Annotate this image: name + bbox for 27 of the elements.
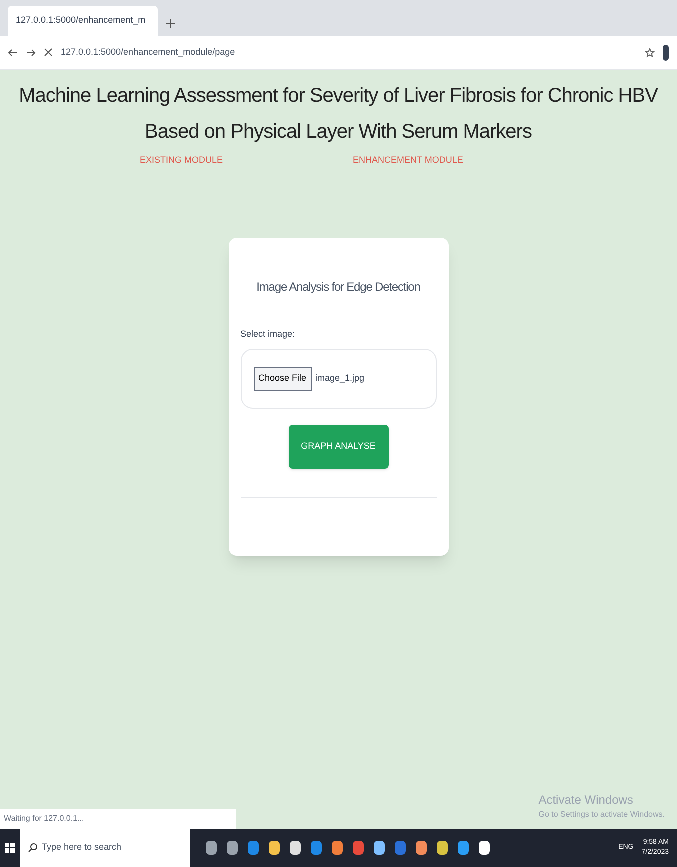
file-name: image_1.jpg	[316, 372, 365, 386]
page-title: Machine Learning Assessment for Severity of Liver Fibrosis for Chronic HBV Based on Physical Layer With Serum Markers	[18, 84, 660, 145]
search-icon	[28, 843, 38, 853]
taskbar-search-field[interactable]: Type here to search	[20, 829, 190, 867]
taskbar-app-icon[interactable]	[416, 841, 427, 855]
activation-title: Activate Windows	[538, 792, 634, 809]
file-input[interactable]: Choose File image_1.jpg	[240, 349, 436, 409]
taskbar-app-icon[interactable]	[290, 841, 301, 855]
card-heading: Image Analysis for Edge Detection	[256, 278, 422, 296]
status-text: Waiting for 127.0.0.1...	[0, 809, 236, 829]
choose-file-button[interactable]: Choose File	[254, 367, 312, 391]
taskbar-app-icon[interactable]	[479, 841, 490, 855]
browser-tab[interactable]: 127.0.0.1:5000/enhancement_m	[8, 6, 158, 36]
taskbar-app-icon[interactable]	[374, 841, 385, 855]
new-tab-icon[interactable]	[166, 19, 175, 28]
star-icon[interactable]	[645, 48, 655, 58]
taskbar-app-icon[interactable]	[269, 841, 280, 855]
taskbar-app-icon[interactable]	[206, 841, 217, 855]
taskbar-app-icon[interactable]	[332, 841, 343, 855]
extension-icon[interactable]	[663, 44, 669, 60]
activation-subtitle: Go to Settings to activate Windows.	[538, 809, 665, 821]
back-icon[interactable]	[8, 48, 18, 58]
taskbar-app-icon[interactable]	[437, 841, 448, 855]
close-icon[interactable]	[44, 48, 53, 57]
field-label: Select image:	[240, 328, 296, 341]
forward-icon[interactable]	[26, 48, 36, 58]
taskbar-app-icon[interactable]	[227, 841, 238, 855]
